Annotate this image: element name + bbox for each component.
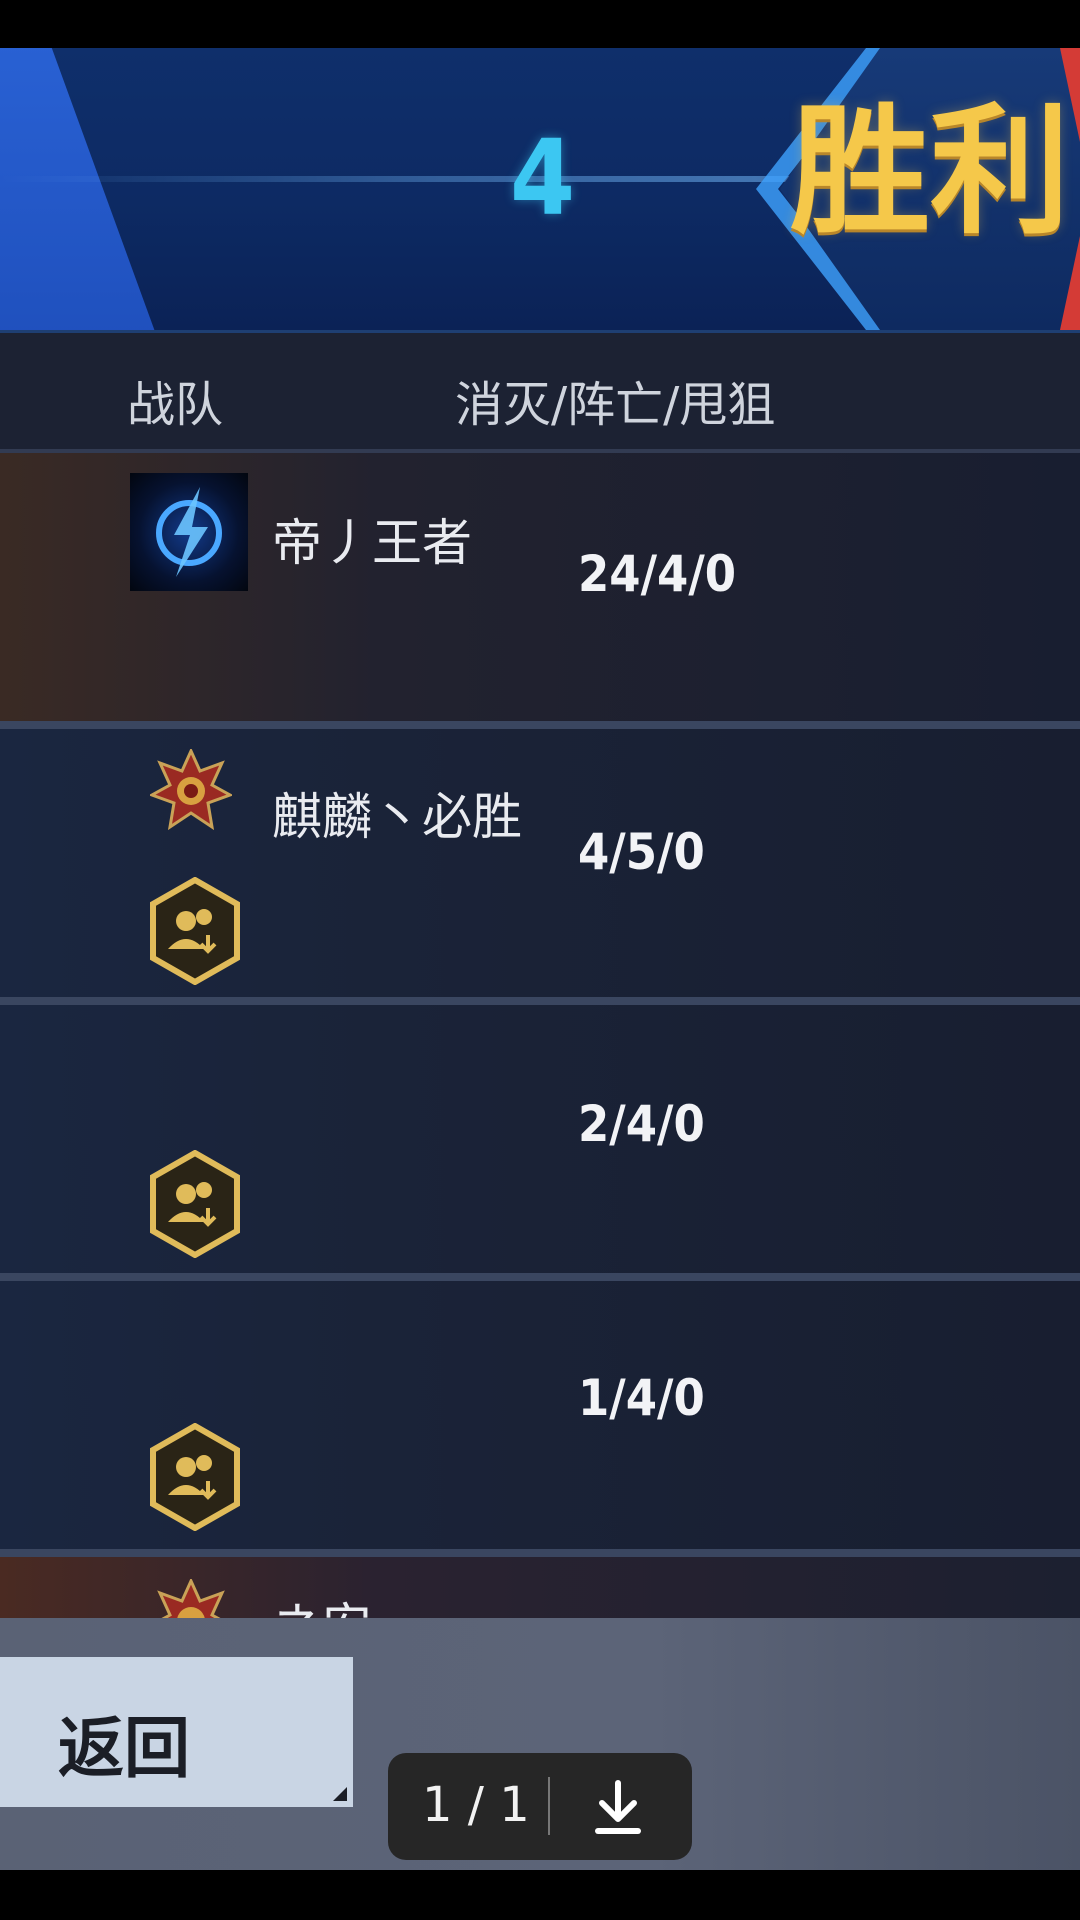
player-stats: 2/4/0 — [578, 1095, 705, 1153]
player-stats: 1/4/0 — [578, 1369, 705, 1427]
player-row[interactable]: 1/4/0 — [0, 1281, 1080, 1557]
back-button-label: 返回 — [58, 1710, 190, 1787]
team-score: 4 — [510, 117, 576, 239]
rank-emblem-icon — [150, 749, 232, 831]
toolbar-divider — [548, 1777, 550, 1835]
team-invite-icon[interactable] — [148, 1150, 242, 1258]
rank-emblem-icon — [157, 1579, 225, 1618]
player-row[interactable]: 麒麟丶必胜 4/5/0 — [0, 729, 1080, 1005]
match-result-text: 胜利 — [790, 91, 1071, 254]
column-team: 战队 — [127, 377, 224, 433]
column-stats: 消灭/阵亡/甩狙 — [455, 377, 776, 433]
team-invite-icon[interactable] — [148, 877, 242, 985]
player-name: ネ安 — [272, 1587, 372, 1618]
top-status-bar — [0, 0, 1080, 48]
bottom-system-bar — [0, 1870, 1080, 1920]
player-row[interactable]: ネ安 — [0, 1557, 1080, 1618]
download-icon[interactable] — [588, 1777, 648, 1837]
scoreboard-list[interactable]: 帝丿王者 24/4/0 麒麟丶必胜 4/5/0 2/4/0 1/4/0 — [0, 453, 1080, 1618]
player-row[interactable]: 2/4/0 — [0, 1005, 1080, 1281]
player-row[interactable]: 帝丿王者 24/4/0 — [0, 453, 1080, 729]
player-name: 帝丿王者 — [272, 514, 472, 572]
corner-mark — [333, 1787, 347, 1801]
team-invite-icon[interactable] — [148, 1423, 242, 1531]
image-viewer-toolbar: 1 / 1 — [388, 1753, 692, 1860]
lightning-logo-avatar — [130, 473, 248, 591]
back-button[interactable]: 返回 — [0, 1657, 353, 1807]
banner-stripe — [0, 48, 183, 330]
page-counter: 1 / 1 — [422, 1777, 530, 1833]
match-result-banner: 4 胜利 — [0, 48, 1080, 333]
player-stats: 4/5/0 — [578, 823, 705, 881]
player-name: 麒麟丶必胜 — [272, 788, 522, 846]
player-stats: 24/4/0 — [578, 545, 737, 603]
scoreboard-header: 战队 消灭/阵亡/甩狙 — [0, 333, 1080, 453]
